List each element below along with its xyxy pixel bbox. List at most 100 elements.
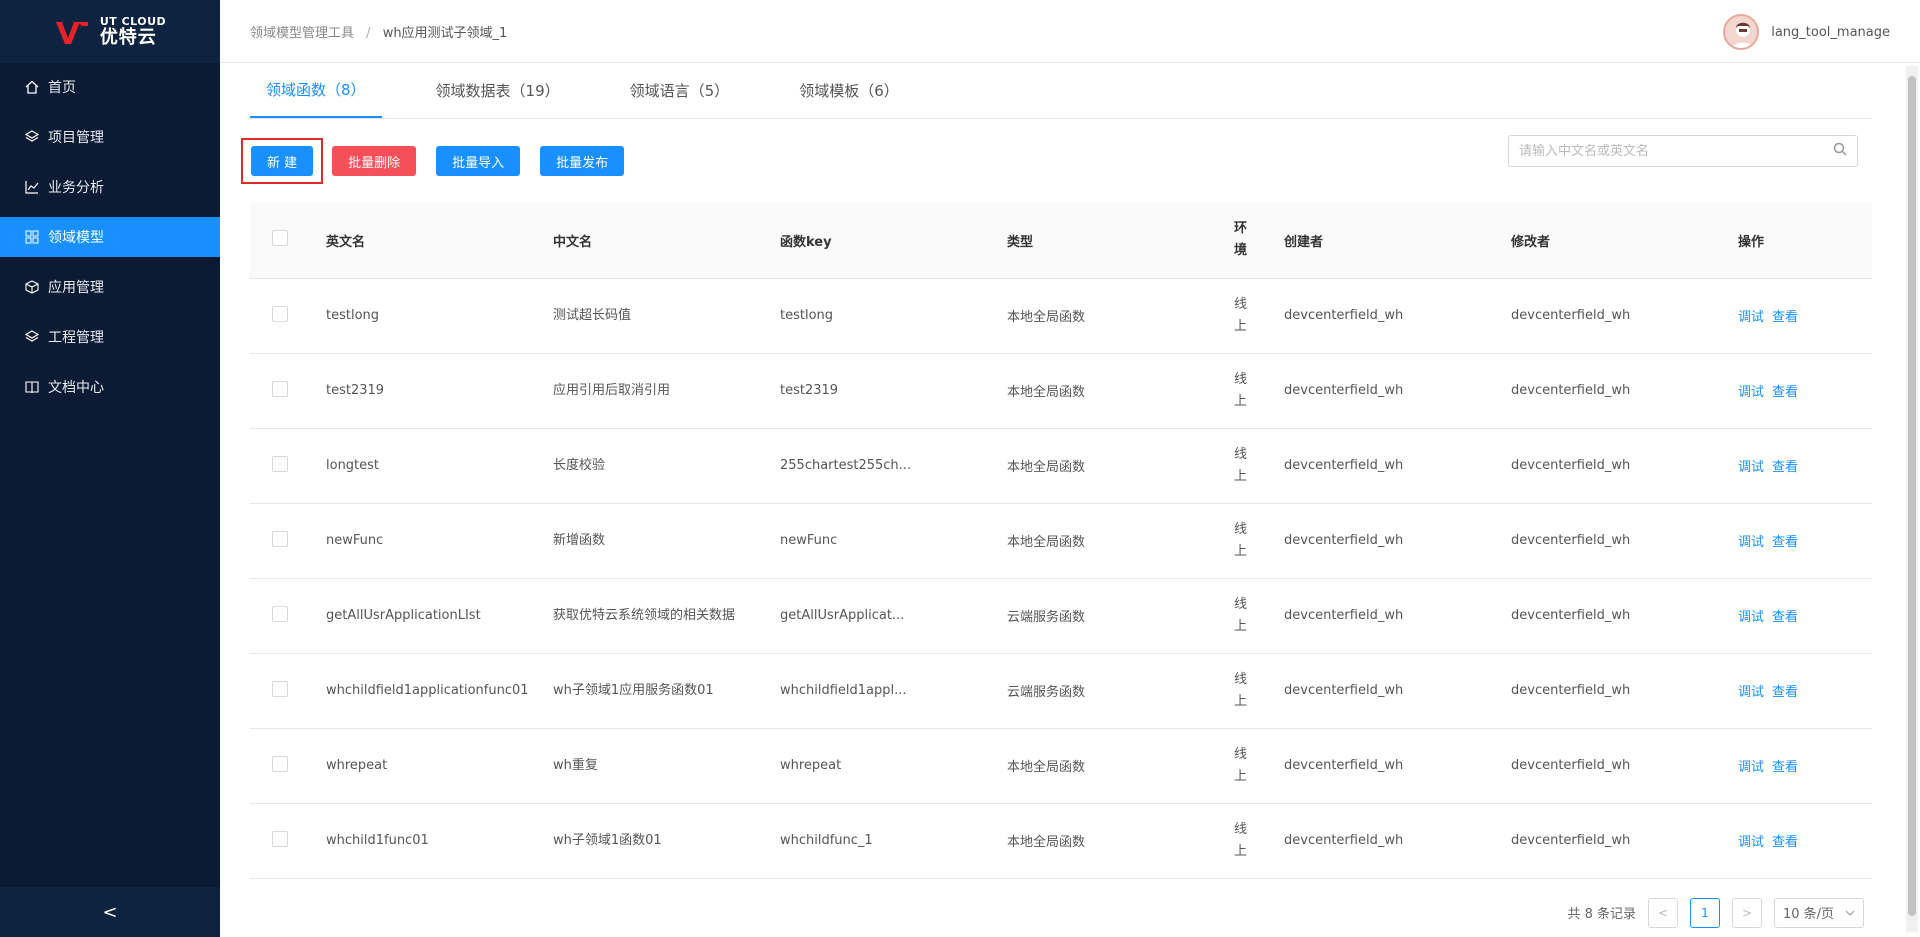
row-checkbox[interactable] [272,680,288,697]
collapse-sidebar-button[interactable]: < [0,887,220,937]
row-checkbox[interactable] [272,455,288,472]
cell-creator: devcenterfield_wh [1284,578,1511,654]
search-input[interactable] [1519,143,1833,159]
row-checkbox[interactable] [272,830,288,847]
cell-creator: devcenterfield_wh [1284,728,1511,804]
debug-link[interactable]: 调试 [1738,385,1764,400]
cell-env: 线上 [1234,596,1248,634]
cell-creator: devcenterfield_wh [1284,653,1511,729]
chevron-down-icon [1845,905,1855,920]
cell-type: 本地全局函数 [1007,503,1234,579]
header-creator: 创建者 [1284,203,1511,279]
view-link[interactable]: 查看 [1772,610,1798,625]
cell-en-name: whrepeat [326,728,553,804]
tab-3[interactable]: 领域模板（6） [783,62,915,118]
cell-type: 本地全局函数 [1007,728,1234,804]
view-link[interactable]: 查看 [1772,835,1798,850]
cell-cn-name: 应用引用后取消引用 [553,382,671,398]
next-page-button[interactable]: > [1732,897,1762,928]
cell-creator: devcenterfield_wh [1284,428,1511,504]
cell-modifier: devcenterfield_wh [1511,653,1738,729]
cell-type: 云端服务函数 [1007,578,1234,654]
debug-link[interactable]: 调试 [1738,610,1764,625]
page-scrollbar[interactable] [1906,66,1918,932]
debug-link[interactable]: 调试 [1738,835,1764,850]
debug-link[interactable]: 调试 [1738,460,1764,475]
cell-creator: devcenterfield_wh [1284,278,1511,354]
tab-1[interactable]: 领域数据表（19） [420,62,576,118]
new-button-highlight: 新 建 [241,138,324,184]
view-link[interactable]: 查看 [1772,535,1798,550]
row-checkbox[interactable] [272,755,288,772]
scrollbar-thumb[interactable] [1908,76,1916,916]
cell-en-name: longtest [326,428,553,504]
prev-page-button[interactable]: < [1648,897,1678,928]
top-header: 领域模型管理工具 / wh应用测试子领域_1 lang_tool_manage [220,0,1920,63]
grid-icon [24,229,40,245]
row-checkbox[interactable] [272,530,288,547]
brand-logo[interactable]: UT CLOUD 优特云 [0,0,220,63]
cell-env: 线上 [1234,521,1248,559]
row-checkbox[interactable] [272,380,288,397]
batch-delete-button[interactable]: 批量删除 [332,146,417,176]
sidebar-item-label: 工程管理 [48,330,104,346]
sidebar-item-0[interactable]: 首页 [0,67,220,107]
sidebar-item-3[interactable]: 领域模型 [0,217,220,257]
cell-func-key: newFunc [780,503,1007,579]
ut-logo-icon [54,18,94,46]
cell-func-key: 255chartest255ch... [780,428,1007,504]
header-actions: 操作 [1738,203,1872,279]
breadcrumb-item-current: wh应用测试子领域_1 [382,25,508,41]
cell-modifier: devcenterfield_wh [1511,428,1738,504]
row-checkbox[interactable] [272,605,288,622]
cell-env: 线上 [1234,296,1248,334]
breadcrumb-separator: / [366,25,371,41]
table-row: test2319 应用引用后取消引用 test2319 本地全局函数 线上 devcent… [250,353,1872,429]
cell-env: 线上 [1234,671,1248,709]
sidebar-item-4[interactable]: 应用管理 [0,267,220,307]
cell-type: 本地全局函数 [1007,278,1234,354]
breadcrumb-item-tool[interactable]: 领域模型管理工具 [250,26,354,41]
cell-cn-name: wh子领域1函数01 [553,832,662,848]
view-link[interactable]: 查看 [1772,685,1798,700]
page-size-select[interactable]: 10 条/页 [1774,897,1864,928]
cell-cn-name: 测试超长码值 [553,307,632,323]
debug-link[interactable]: 调试 [1738,685,1764,700]
debug-link[interactable]: 调试 [1738,310,1764,325]
cell-cn-name: 新增函数 [553,532,606,548]
view-link[interactable]: 查看 [1772,460,1798,475]
user-menu[interactable]: lang_tool_manage [1723,14,1890,50]
sidebar-item-5[interactable]: 工程管理 [0,317,220,357]
new-button[interactable]: 新 建 [251,146,314,176]
view-link[interactable]: 查看 [1772,310,1798,325]
sidebar-item-1[interactable]: 项目管理 [0,117,220,157]
sidebar-item-2[interactable]: 业务分析 [0,167,220,207]
username[interactable]: lang_tool_manage [1771,25,1890,40]
batch-publish-button[interactable]: 批量发布 [540,146,625,176]
cell-env: 线上 [1234,446,1248,484]
debug-link[interactable]: 调试 [1738,535,1764,550]
select-all-checkbox[interactable] [272,230,288,247]
page-button-1[interactable]: 1 [1690,897,1720,928]
sidebar-item-label: 文档中心 [48,380,104,396]
row-checkbox[interactable] [272,305,288,322]
tab-2[interactable]: 领域语言（5） [614,62,746,118]
debug-link[interactable]: 调试 [1738,760,1764,775]
batch-import-button[interactable]: 批量导入 [436,146,521,176]
cell-modifier: devcenterfield_wh [1511,803,1738,879]
view-link[interactable]: 查看 [1772,385,1798,400]
chart-icon [24,179,40,195]
cell-cn-name: wh重复 [553,757,598,773]
header-env: 环境 [1234,221,1248,259]
sidebar-item-6[interactable]: 文档中心 [0,367,220,407]
sidebar-item-label: 应用管理 [48,280,104,296]
cell-func-key: test2319 [780,353,1007,429]
search-icon[interactable] [1833,142,1847,160]
cell-en-name: whchildfield1applicationfunc01 [326,653,553,729]
cell-cn-name: 获取优特云系统领域的相关数据 [553,607,736,623]
total-records: 共 8 条记录 [1567,907,1636,922]
cell-cn-name: 长度校验 [553,457,606,473]
avatar[interactable] [1723,14,1760,50]
view-link[interactable]: 查看 [1772,760,1798,775]
tab-0[interactable]: 领域函数（8） [250,62,382,118]
